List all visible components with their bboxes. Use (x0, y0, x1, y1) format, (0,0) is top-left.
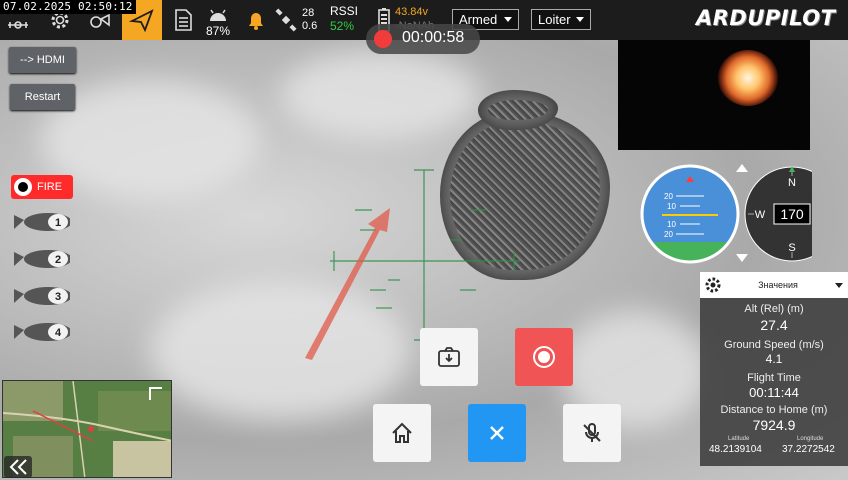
mute-mic-button[interactable] (563, 404, 621, 462)
flight-instruments: 20 10 10 20 N E S W 170 (636, 158, 840, 268)
pitch-mark: 10 (667, 202, 676, 211)
secondary-video-view[interactable] (618, 40, 810, 150)
rssi-label: RSSI (330, 4, 359, 18)
target-icon (14, 178, 32, 196)
restart-button[interactable]: Restart (10, 84, 75, 110)
gear-icon[interactable] (703, 275, 723, 295)
hdmi-button[interactable]: --> HDMI (9, 47, 76, 73)
collapse-panel-button[interactable] (4, 456, 32, 478)
compass-w: W (755, 209, 766, 221)
recording-time: 00:00:58 (402, 29, 465, 46)
pitch-mark: 20 (664, 192, 673, 201)
bomb-release-button-2[interactable]: 2 (14, 248, 72, 270)
bomb-release-button-1[interactable]: 1 (14, 211, 72, 233)
satellite-icon[interactable] (270, 4, 302, 36)
home-button[interactable] (373, 404, 431, 462)
bomb-release-button-4[interactable]: 4 (14, 321, 72, 343)
chevron-down-icon (504, 17, 512, 22)
fire-button[interactable]: FIRE (11, 175, 73, 199)
recording-indicator: 00:00:58 (366, 24, 480, 54)
close-button[interactable] (468, 404, 526, 462)
compass-n: N (788, 177, 796, 189)
heading-readout: 170 (780, 206, 804, 222)
close-icon (490, 426, 504, 440)
compass-s: S (788, 242, 795, 254)
latitude-value: 48.2139104 (709, 444, 762, 455)
record-dot-icon (374, 30, 392, 48)
ground-speed-label: Ground Speed (m/s) (724, 339, 824, 351)
explosion-flash (718, 50, 778, 106)
values-panel: Значения Alt (Rel) (m) 27.4 Ground Speed… (700, 272, 848, 466)
record-button[interactable] (515, 328, 573, 386)
arrow-up-icon (736, 164, 748, 172)
flight-mode-label: Loiter (538, 12, 571, 27)
camera-download-icon (438, 347, 460, 367)
bomb-icon: 2 (14, 250, 72, 268)
longitude-label: Longitude (797, 436, 824, 442)
satellite-count: 28 (302, 7, 315, 19)
log-document-icon[interactable] (167, 4, 199, 36)
alt-label: Alt (Rel) (m) (744, 303, 804, 315)
distance-home-label: Distance to Home (m) (720, 404, 828, 416)
svg-text:1: 1 (55, 217, 61, 229)
pitch-mark: 10 (667, 220, 676, 229)
hdop-value: 0.6 (302, 20, 318, 32)
video-timestamp: 07.02.2025 02:50:12 (0, 0, 136, 14)
alt-value: 27.4 (760, 317, 788, 333)
flight-mode-dropdown[interactable]: Loiter (531, 9, 591, 30)
svg-text:4: 4 (55, 327, 62, 339)
chevron-down-icon (576, 17, 584, 22)
flight-time-value: 00:11:44 (749, 385, 799, 400)
bomb-release-button-3[interactable]: 3 (14, 285, 72, 307)
pitch-mark: 20 (664, 230, 673, 239)
bomb-icon: 4 (14, 323, 72, 341)
bell-icon[interactable] (240, 4, 272, 36)
bomb-icon: 3 (14, 287, 72, 305)
rssi-value: 52% (330, 19, 355, 33)
battery-voltage: 43.84v (395, 6, 429, 18)
attitude-indicator (642, 166, 738, 262)
battery-percent: 87% (206, 24, 231, 38)
mic-off-icon (583, 423, 601, 442)
fire-label: FIRE (37, 181, 63, 193)
latitude-label: Latitude (728, 436, 750, 442)
svg-text:2: 2 (55, 254, 61, 266)
ardupilot-logo: ARDUPILOT (696, 6, 836, 30)
expand-corner-icon[interactable] (149, 387, 163, 401)
flight-time-label: Flight Time (747, 372, 801, 384)
record-icon (533, 346, 555, 368)
chevron-down-icon[interactable] (835, 283, 843, 288)
snapshot-button[interactable] (420, 328, 478, 386)
values-panel-title: Значения (758, 280, 798, 290)
bomb-icon: 1 (14, 213, 72, 231)
longitude-value: 37.2272542 (782, 444, 835, 455)
values-panel-header[interactable]: Значения (700, 272, 848, 298)
double-chevron-left-icon (9, 459, 27, 475)
home-icon (392, 422, 412, 443)
distance-home-value: 7924.9 (752, 417, 796, 433)
arrow-down-icon (736, 254, 748, 262)
ground-speed-value: 4.1 (765, 352, 783, 366)
svg-text:3: 3 (55, 291, 61, 303)
